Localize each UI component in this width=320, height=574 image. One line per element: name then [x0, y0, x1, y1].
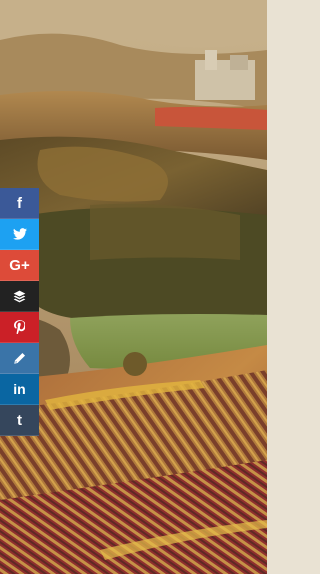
- hero-landscape-photo: [0, 0, 267, 574]
- twitter-share-button[interactable]: [0, 219, 39, 250]
- buffer-icon: [13, 290, 26, 302]
- pencil-icon: [14, 352, 26, 364]
- google-plus-icon: G+: [9, 256, 30, 274]
- edit-share-button[interactable]: [0, 343, 39, 374]
- buffer-share-button[interactable]: [0, 281, 39, 312]
- pinterest-share-button[interactable]: [0, 312, 39, 343]
- facebook-share-button[interactable]: f: [0, 188, 39, 219]
- google-plus-share-button[interactable]: G+: [0, 250, 39, 281]
- tumblr-share-button[interactable]: t: [0, 405, 39, 436]
- social-share-bar: f G+ in t: [0, 188, 39, 436]
- linkedin-share-button[interactable]: in: [0, 374, 39, 405]
- twitter-icon: [12, 228, 27, 240]
- tumblr-icon: t: [17, 411, 22, 429]
- pinterest-icon: [14, 320, 25, 334]
- linkedin-icon: in: [13, 381, 26, 397]
- facebook-icon: f: [17, 194, 22, 212]
